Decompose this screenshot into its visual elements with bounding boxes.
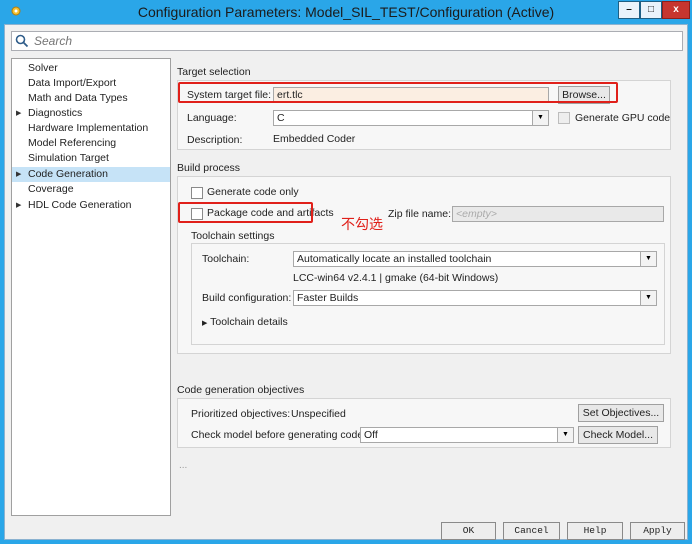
check-model-label: Check model before generating code: (191, 429, 367, 441)
title-bar[interactable]: Configuration Parameters: Model_SIL_TEST… (4, 0, 690, 24)
search-icon (15, 34, 29, 48)
help-button[interactable]: Help (567, 522, 623, 540)
prioritized-objectives-value: Unspecified (291, 408, 346, 420)
tree-item-hdl-code-generation[interactable]: ▶ HDL Code Generation (12, 198, 170, 213)
build-configuration-label: Build configuration: (202, 292, 292, 304)
more-ellipsis: ... (179, 460, 188, 471)
close-button[interactable]: x (662, 1, 690, 19)
check-model-value: Off (364, 429, 378, 441)
expand-arrow-icon[interactable]: ▶ (16, 167, 21, 182)
tree-item-label: Simulation Target (28, 152, 109, 164)
search-bar (11, 31, 683, 51)
set-objectives-button[interactable]: Set Objectives... (578, 404, 664, 422)
toolchain-select-value: Automatically locate an installed toolch… (297, 253, 492, 265)
check-model-select[interactable]: Off ▼ (360, 427, 574, 443)
build-process-title: Build process (177, 162, 241, 174)
tree-item-coverage[interactable]: Coverage (12, 182, 170, 197)
objectives-panel: Prioritized objectives: Unspecified Set … (177, 398, 671, 448)
language-label: Language: (187, 112, 237, 124)
target-selection-title: Target selection (177, 66, 251, 78)
expand-arrow-icon[interactable]: ▶ (16, 106, 21, 121)
tree-item-label: Hardware Implementation (28, 122, 149, 134)
tree-item-label: Coverage (28, 183, 74, 195)
apply-button[interactable]: Apply (630, 522, 685, 540)
cancel-button[interactable]: Cancel (503, 522, 560, 540)
tree-item-math-data-types[interactable]: Math and Data Types (12, 91, 170, 106)
highlight-box (178, 82, 618, 103)
prioritized-objectives-label: Prioritized objectives: (191, 408, 291, 420)
tree-item-label: HDL Code Generation (28, 199, 132, 211)
tree-item-code-generation[interactable]: ▶ Code Generation (12, 167, 170, 182)
tree-item-label: Solver (28, 62, 58, 74)
annotation-text: 不勾选 (341, 217, 383, 233)
expand-arrow-icon[interactable]: ▶ (16, 198, 21, 213)
tree-item-label: Code Generation (28, 168, 108, 180)
ok-button[interactable]: OK (441, 522, 496, 540)
language-select[interactable]: C ▼ (273, 110, 549, 126)
tree-item-solver[interactable]: Solver (12, 61, 170, 76)
dialog-client: Solver Data Import/Export Math and Data … (4, 24, 688, 540)
search-input[interactable] (32, 33, 672, 49)
description-label: Description: (187, 134, 243, 146)
build-configuration-select[interactable]: Faster Builds ▼ (293, 290, 657, 306)
objectives-title: Code generation objectives (177, 384, 305, 396)
tree-item-hardware-implementation[interactable]: Hardware Implementation (12, 121, 170, 136)
language-select-value: C (277, 112, 285, 124)
zip-file-name-field[interactable]: <empty> (452, 206, 664, 222)
tree-item-label: Math and Data Types (28, 92, 128, 104)
dropdown-arrow-icon[interactable]: ▼ (640, 252, 656, 266)
tree-item-diagnostics[interactable]: ▶ Diagnostics (12, 106, 170, 121)
maximize-button[interactable]: □ (640, 1, 662, 19)
build-configuration-value: Faster Builds (297, 292, 359, 304)
toolchain-label: Toolchain: (202, 253, 250, 265)
tree-item-label: Data Import/Export (28, 77, 117, 89)
toolchain-settings-panel: Toolchain: Automatically locate an insta… (191, 243, 665, 345)
dropdown-arrow-icon[interactable]: ▼ (557, 428, 573, 442)
check-model-button[interactable]: Check Model... (578, 426, 658, 444)
toolchain-select[interactable]: Automatically locate an installed toolch… (293, 251, 657, 267)
toolchain-details-label: Toolchain details (210, 316, 288, 328)
minimize-button[interactable]: – (618, 1, 640, 19)
toolchain-info: LCC-win64 v2.4.1 | gmake (64-bit Windows… (293, 272, 499, 284)
tree-item-label: Model Referencing (28, 137, 117, 149)
generate-code-only-checkbox[interactable] (191, 187, 203, 199)
highlight-box (178, 202, 313, 223)
zip-file-name-label: Zip file name: (388, 208, 452, 220)
tree-item-model-referencing[interactable]: Model Referencing (12, 136, 170, 151)
generate-gpu-label: Generate GPU code (575, 112, 671, 124)
description-value: Embedded Coder (273, 133, 356, 145)
tree-item-data-import-export[interactable]: Data Import/Export (12, 76, 170, 91)
dropdown-arrow-icon[interactable]: ▼ (532, 111, 548, 125)
dropdown-arrow-icon[interactable]: ▼ (640, 291, 656, 305)
generate-code-only-label: Generate code only (207, 186, 299, 198)
tree-item-label: Diagnostics (28, 107, 83, 119)
toolchain-settings-title: Toolchain settings (191, 230, 275, 242)
tree-item-simulation-target[interactable]: Simulation Target (12, 151, 170, 166)
toolchain-details-toggle[interactable]: ▶ Toolchain details (202, 316, 288, 328)
expand-arrow-icon: ▶ (202, 320, 208, 327)
dialog-window: Configuration Parameters: Model_SIL_TEST… (0, 0, 692, 544)
category-tree: Solver Data Import/Export Math and Data … (11, 58, 171, 516)
generate-gpu-checkbox[interactable] (558, 112, 570, 124)
window-title: Configuration Parameters: Model_SIL_TEST… (137, 4, 555, 20)
settings-content: Target selection System target file: ert… (175, 58, 683, 516)
